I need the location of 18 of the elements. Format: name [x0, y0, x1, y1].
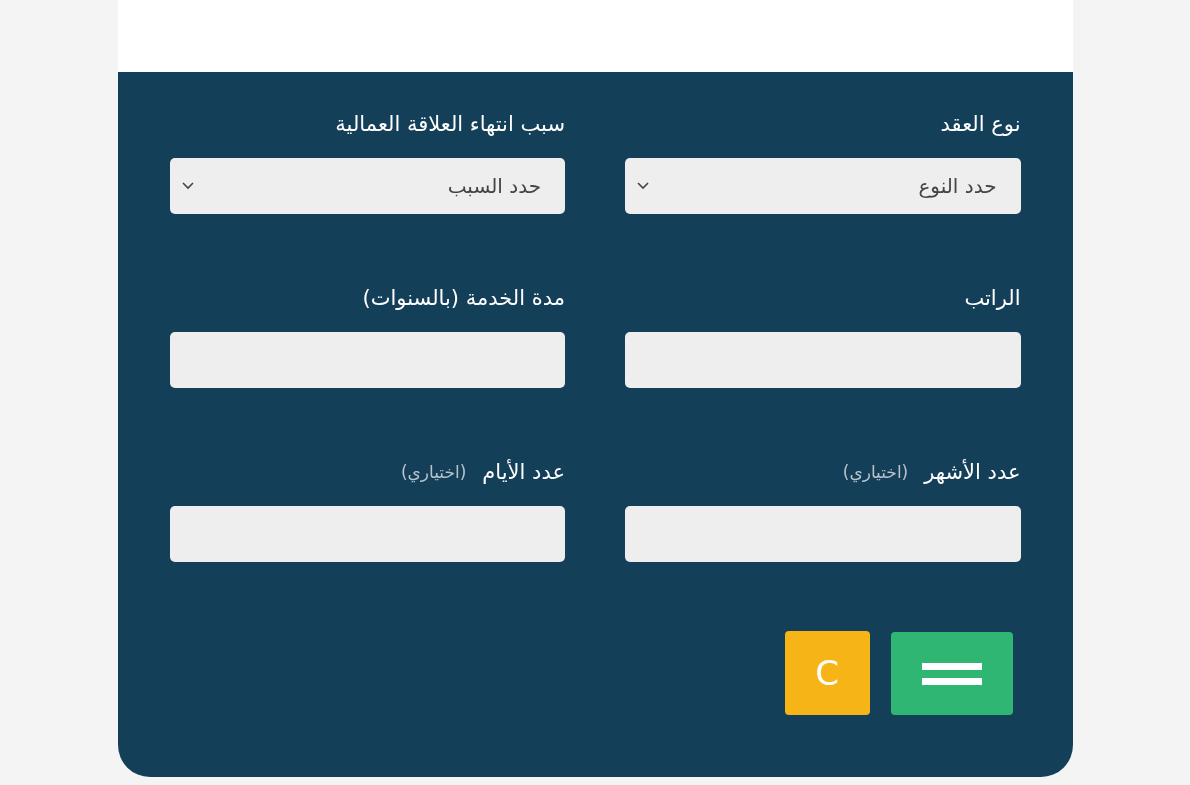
- field-label: مدة الخدمة (بالسنوات): [362, 287, 565, 309]
- field-label: نوع العقد: [940, 113, 1021, 135]
- select-field[interactable]: حدد النوع: [625, 158, 1021, 214]
- field-label: عدد الأشهر: [924, 461, 1021, 483]
- input-field[interactable]: [169, 332, 565, 388]
- input-field[interactable]: [625, 506, 1021, 562]
- equals-icon: [921, 662, 982, 685]
- select-field[interactable]: حدد السبب: [169, 158, 565, 214]
- optional-note: (اختياري): [400, 463, 467, 481]
- chevron-down-icon: [637, 182, 649, 190]
- input-field[interactable]: [169, 506, 565, 562]
- field-label: عدد الأيام: [482, 461, 565, 483]
- chevron-down-icon: [181, 182, 194, 190]
- optional-note: (اختياري): [842, 463, 909, 481]
- field-label: الراتب: [964, 287, 1021, 309]
- input-field[interactable]: [625, 332, 1021, 388]
- field-label: سبب انتهاء العلاقة العمالية: [335, 113, 565, 135]
- equals-button[interactable]: [890, 632, 1013, 715]
